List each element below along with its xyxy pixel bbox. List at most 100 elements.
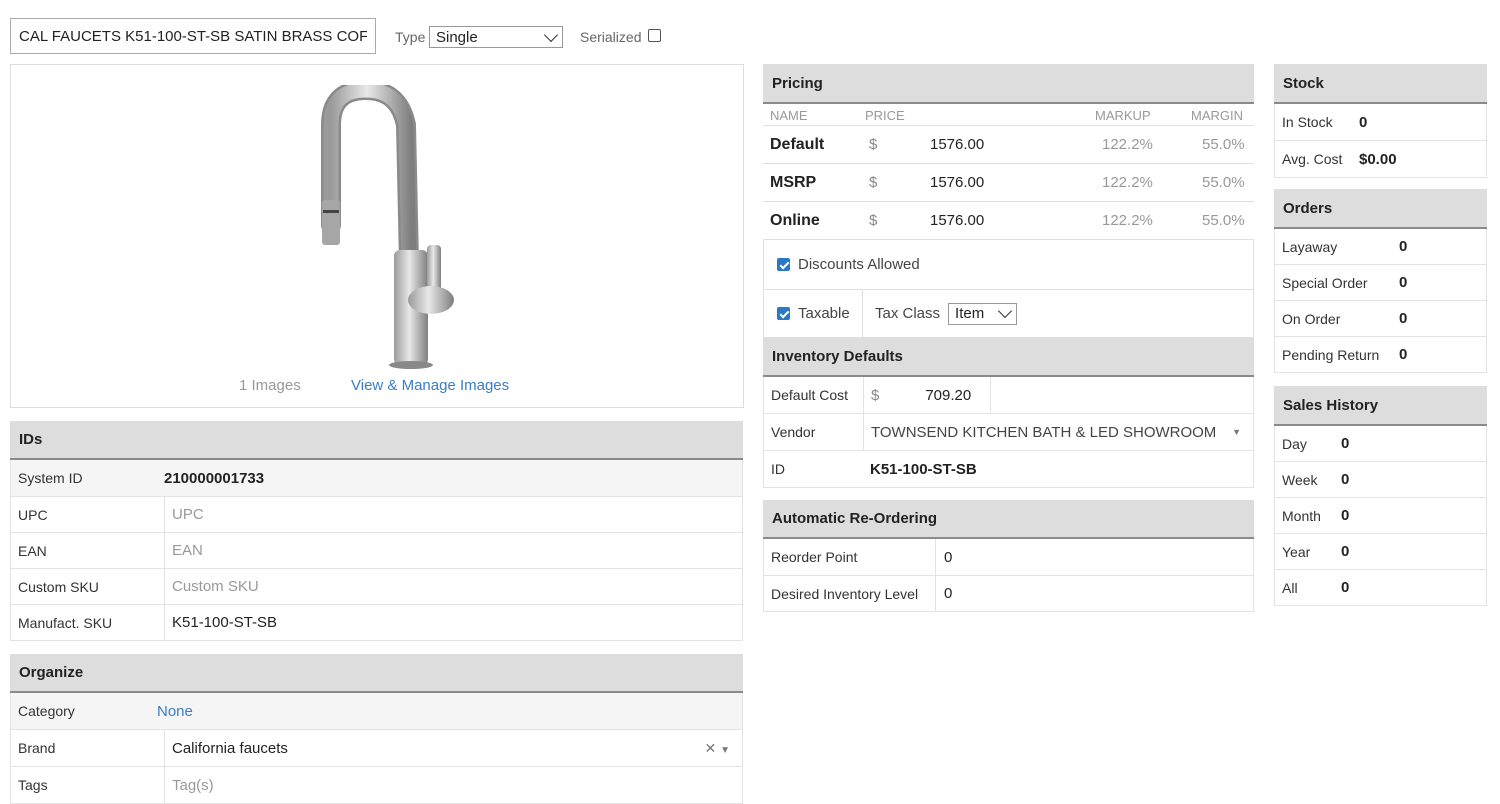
currency-symbol: $ [869, 212, 878, 229]
custom-sku-input[interactable]: Custom SKU [164, 569, 742, 604]
orders-table: Layaway 0 Special Order 0 On Order 0 Pen… [1274, 229, 1487, 373]
discounts-row: Discounts Allowed [763, 240, 1254, 290]
price-input[interactable]: 1576.00 [930, 202, 984, 240]
ids-table: System ID 210000001733 UPC UPC EAN EAN C… [10, 460, 743, 641]
tax-class-select[interactable]: Item [948, 302, 1018, 325]
organize-row: Brand California faucets ✕ ▼ [10, 730, 743, 767]
ids-row: Custom SKU Custom SKU [10, 569, 743, 605]
sales-row-value: 0 [1341, 471, 1350, 488]
taxable-cell: Taxable [764, 290, 863, 337]
orders-row: Layaway 0 [1274, 229, 1487, 265]
category-link[interactable]: None [157, 703, 193, 720]
orders-row-label: Pending Return [1282, 346, 1380, 363]
inventory-defaults-table: Default Cost $ 709.20 Vendor TOWNSEND KI… [763, 377, 1254, 488]
ids-row-label: EAN [18, 542, 47, 559]
sales-row-label: Year [1282, 543, 1311, 560]
ids-row-label: System ID [18, 470, 83, 486]
reorder-row: Desired Inventory Level 0 [763, 576, 1254, 612]
col-markup: MARKUP [1095, 108, 1151, 123]
in-stock-label: In Stock [1282, 114, 1333, 130]
sales-row-label: All [1282, 579, 1298, 596]
orders-row-value: 0 [1399, 346, 1408, 363]
sales-history-header: Sales History [1274, 386, 1487, 426]
sales-row: All 0 [1274, 570, 1487, 606]
margin-value: 55.0% [1202, 212, 1245, 229]
taxable-label: Taxable [798, 305, 850, 322]
ids-row: UPC UPC [10, 497, 743, 533]
orders-row: Pending Return 0 [1274, 337, 1487, 373]
ids-row-label: Custom SKU [18, 578, 99, 595]
id-label: ID [771, 461, 785, 477]
orders-row-label: Special Order [1282, 274, 1368, 291]
clear-icon[interactable]: ✕ [704, 740, 716, 756]
orders-row: Special Order 0 [1274, 265, 1487, 301]
ids-row: EAN EAN [10, 533, 743, 569]
ids-row-label: Manufact. SKU [18, 614, 113, 631]
vendor-select[interactable]: TOWNSEND KITCHEN BATH & LED SHOWROOM ▼ [863, 414, 1253, 450]
upc-input[interactable]: UPC [164, 497, 742, 532]
sales-row: Week 0 [1274, 462, 1487, 498]
reorder-point-input[interactable]: 0 [935, 539, 1253, 575]
serialized-checkbox[interactable] [648, 29, 661, 42]
orders-row-label: On Order [1282, 310, 1341, 327]
discounts-checkbox[interactable] [777, 258, 790, 271]
ids-row: System ID 210000001733 [10, 460, 743, 497]
reorder-row: Reorder Point 0 [763, 539, 1254, 576]
currency-symbol: $ [871, 386, 880, 404]
serialized-label: Serialized [580, 29, 642, 45]
ids-row: Manufact. SKU K51-100-ST-SB [10, 605, 743, 641]
faucet-image[interactable] [301, 85, 461, 370]
pricing-row: MSRP $ 1576.00 122.2% 55.0% [763, 164, 1254, 202]
organize-table: Category None Brand California faucets ✕… [10, 693, 743, 804]
manufact-sku-input[interactable]: K51-100-ST-SB [164, 605, 742, 640]
type-select[interactable]: Single [429, 26, 563, 48]
organize-row: Category None [10, 693, 743, 730]
organize-header: Organize [10, 654, 743, 693]
sales-row: Day 0 [1274, 426, 1487, 462]
default-cost-label: Default Cost [771, 387, 849, 403]
type-label: Type [395, 29, 426, 45]
sales-row-label: Day [1282, 435, 1307, 452]
reorder-table: Reorder Point 0 Desired Inventory Level … [763, 539, 1254, 612]
brand-select[interactable]: California faucets ✕ ▼ [164, 730, 742, 766]
default-cost-input[interactable]: $ 709.20 [863, 377, 991, 413]
orders-header: Orders [1274, 189, 1487, 229]
reorder-header: Automatic Re-Ordering [763, 500, 1254, 539]
organize-row: Tags Tag(s) [10, 767, 743, 804]
vendor-value: TOWNSEND KITCHEN BATH & LED SHOWROOM [871, 423, 1217, 441]
image-panel: 1 Images View & Manage Images [10, 64, 744, 408]
ids-row-label: UPC [18, 506, 48, 523]
price-input[interactable]: 1576.00 [930, 164, 984, 202]
caret-down-icon: ▼ [1232, 427, 1241, 437]
type-select-value: Single [436, 28, 478, 46]
sales-row-value: 0 [1341, 579, 1350, 596]
orders-row: On Order 0 [1274, 301, 1487, 337]
ean-input[interactable]: EAN [164, 533, 742, 568]
discounts-label: Discounts Allowed [798, 256, 920, 273]
orders-row-value: 0 [1399, 310, 1408, 327]
avg-cost-value: $0.00 [1359, 150, 1397, 168]
stock-table: In Stock 0 Avg. Cost $0.00 [1274, 104, 1487, 178]
price-input[interactable]: 1576.00 [930, 126, 984, 164]
margin-value: 55.0% [1202, 174, 1245, 191]
vendor-label: Vendor [771, 424, 816, 440]
sales-row-value: 0 [1341, 507, 1350, 524]
price-name: MSRP [770, 174, 817, 191]
manage-images-link[interactable]: View & Manage Images [351, 377, 509, 394]
caret-down-icon[interactable]: ▼ [720, 745, 730, 756]
currency-symbol: $ [869, 174, 878, 191]
pricing-row: Default $ 1576.00 122.2% 55.0% [763, 126, 1254, 164]
orders-row-value: 0 [1399, 274, 1408, 291]
taxable-row: Taxable Tax Class Item [763, 290, 1254, 338]
chevron-down-icon [997, 303, 1013, 319]
inventory-row: ID K51-100-ST-SB [763, 451, 1254, 488]
in-stock-value: 0 [1359, 113, 1368, 131]
taxable-checkbox[interactable] [777, 307, 790, 320]
description-input[interactable] [10, 18, 376, 54]
desired-level-input[interactable]: 0 [935, 576, 1253, 611]
col-price: PRICE [865, 108, 905, 123]
stock-header: Stock [1274, 64, 1487, 104]
tax-class-label: Tax Class [875, 305, 941, 322]
price-name: Default [770, 136, 825, 153]
orders-row-value: 0 [1399, 238, 1408, 255]
